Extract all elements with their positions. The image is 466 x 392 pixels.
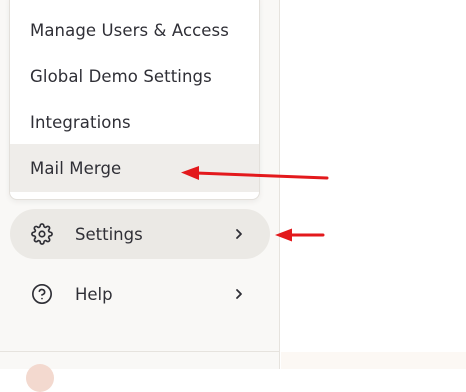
submenu-item-label: Manage Users & Access bbox=[30, 20, 229, 40]
submenu-item-label: Mail Merge bbox=[30, 158, 122, 178]
submenu-item-label: Integrations bbox=[30, 112, 131, 132]
sidebar-item-label: Help bbox=[75, 284, 113, 304]
avatar[interactable] bbox=[26, 364, 54, 392]
submenu-item-integrations[interactable]: Integrations bbox=[10, 99, 259, 145]
sidebar-item-label: Settings bbox=[75, 224, 143, 244]
sidebar-item-settings[interactable]: Settings bbox=[10, 209, 270, 259]
chevron-right-icon bbox=[232, 287, 246, 301]
main-content-area bbox=[281, 352, 466, 369]
annotation-arrow-settings bbox=[275, 228, 325, 242]
sidebar-divider bbox=[0, 351, 280, 352]
submenu-item-global-demo-settings[interactable]: Global Demo Settings bbox=[10, 53, 259, 99]
settings-submenu: Manage Users & Access Global Demo Settin… bbox=[9, 0, 260, 200]
gear-icon bbox=[31, 223, 53, 245]
submenu-item-mail-merge[interactable]: Mail Merge bbox=[10, 144, 259, 192]
chevron-right-icon bbox=[232, 227, 246, 241]
submenu-item-manage-users-access[interactable]: Manage Users & Access bbox=[10, 7, 259, 53]
submenu-item-label: Global Demo Settings bbox=[30, 66, 212, 86]
sidebar-item-help[interactable]: Help bbox=[10, 269, 270, 319]
help-circle-icon bbox=[31, 283, 53, 305]
